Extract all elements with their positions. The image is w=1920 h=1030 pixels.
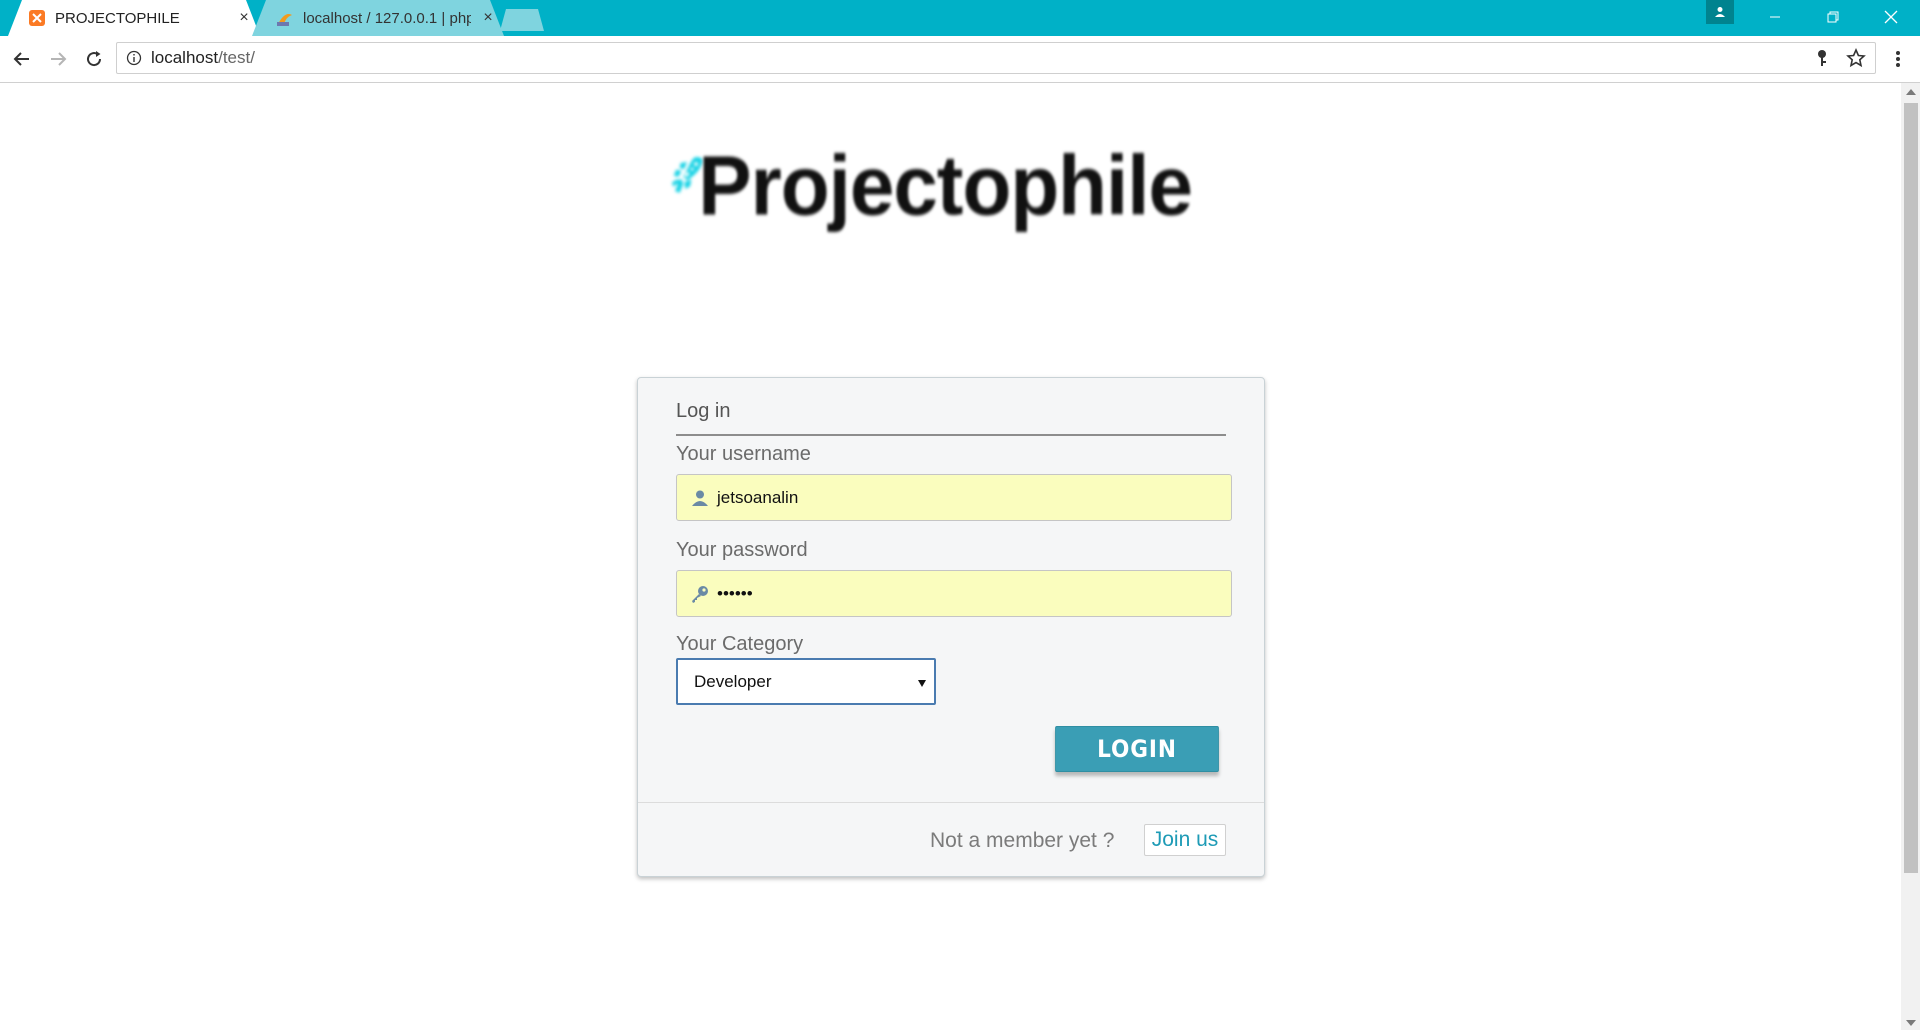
profile-button[interactable] [1706,0,1734,24]
username-field[interactable]: jetsoanalin [676,474,1232,521]
form-footer: Not a member yet ? Join us [638,802,1264,877]
restore-button[interactable] [1804,0,1862,34]
close-window-button[interactable] [1862,0,1920,34]
more-vert-icon [1896,51,1900,67]
restore-icon [1827,11,1839,23]
category-select[interactable]: Developer [676,658,936,705]
site-logo: Projectophile [672,90,1193,260]
back-button[interactable] [8,45,36,73]
category-selected-value: Developer [694,671,772,691]
minimize-button[interactable] [1746,0,1804,34]
username-label: Your username [676,443,811,465]
login-button[interactable]: LOGIN [1055,726,1219,772]
phpmyadmin-icon [276,9,294,27]
arrow-left-icon [13,52,29,66]
url-host: localhost [151,48,219,67]
key-icon[interactable] [1811,47,1833,69]
xampp-icon [28,9,46,27]
menu-button[interactable] [1886,46,1910,72]
user-icon [689,487,711,509]
scroll-down-icon[interactable] [1906,1020,1916,1026]
category-label: Your Category [676,633,804,655]
username-value: jetsoanalin [717,487,799,507]
new-tab-button[interactable] [500,9,544,31]
login-form: Log in Your username jetsoanalin Your pa… [637,377,1265,877]
key-icon [689,583,711,605]
logo-text: Projectophile [698,138,1193,233]
tab-phpmyadmin[interactable]: localhost / 127.0.0.1 | php × [252,0,504,36]
close-icon[interactable]: × [235,9,253,27]
reload-icon [87,51,102,67]
forward-button[interactable] [44,45,72,73]
dropdown-arrow-icon [918,680,926,687]
browser-toolbar: localhost/test/ [0,36,1920,83]
reload-button[interactable] [80,45,108,73]
arrow-right-icon [51,52,67,66]
password-value: •••••• [717,583,753,603]
password-field[interactable]: •••••• [676,570,1232,617]
minimize-icon [1770,16,1780,18]
password-label: Your password [676,539,808,561]
scroll-up-icon[interactable] [1906,89,1916,95]
tab-title: PROJECTOPHILE [55,9,180,27]
address-bar[interactable]: localhost/test/ [116,42,1876,74]
person-icon [1715,7,1725,17]
browser-titlebar: PROJECTOPHILE × localhost / 127.0.0.1 | … [0,0,1920,36]
window-controls [1746,0,1920,34]
not-member-text: Not a member yet ? [930,829,1115,852]
info-icon[interactable] [125,49,143,67]
form-heading: Log in [676,400,1226,436]
url-path: /test/ [218,48,255,67]
scroll-thumb[interactable] [1904,103,1918,873]
close-icon[interactable]: × [479,9,497,27]
page-scrollbar[interactable] [1901,83,1920,1030]
tab-title: localhost / 127.0.0.1 | php [303,9,471,27]
address-bar-actions [1811,47,1867,69]
close-icon [1884,10,1898,24]
star-icon[interactable] [1845,47,1867,69]
tab-projectophile[interactable]: PROJECTOPHILE × [8,0,260,36]
join-us-link[interactable]: Join us [1144,824,1226,856]
